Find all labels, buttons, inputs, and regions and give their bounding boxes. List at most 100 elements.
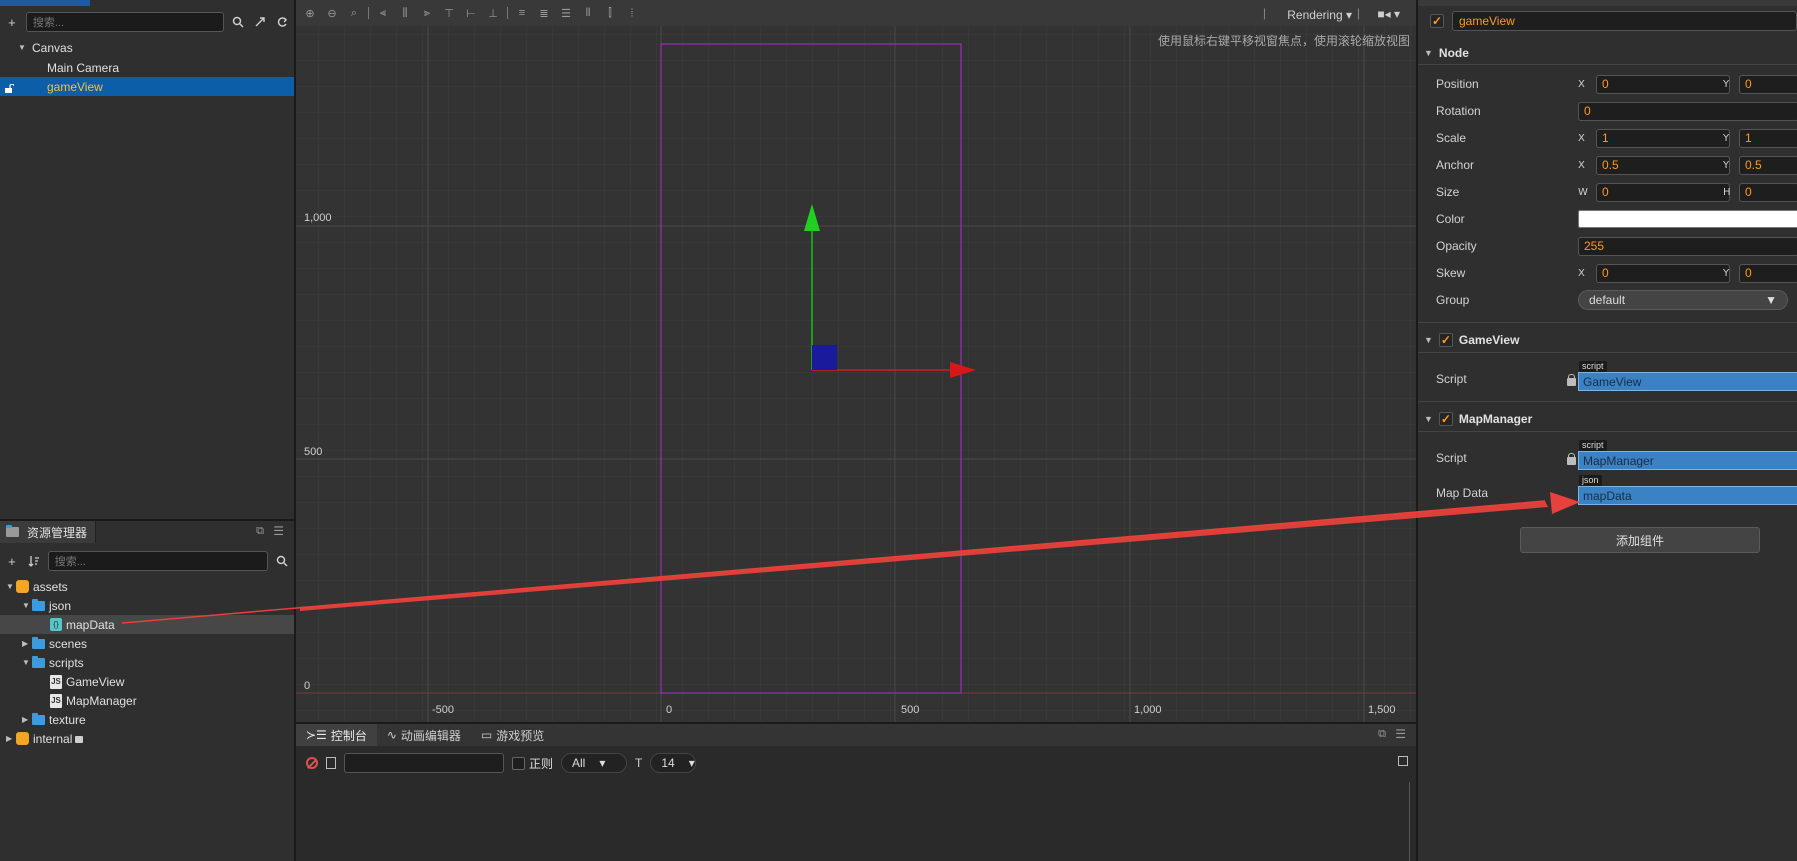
zoom-out-icon[interactable]: ⊖ — [324, 7, 340, 20]
mapdata-asset-field[interactable]: mapData — [1578, 486, 1797, 505]
collapse-icon[interactable] — [252, 14, 268, 30]
align-left-icon[interactable]: ⫷ — [375, 7, 391, 20]
inspector-tabs[interactable] — [1418, 0, 1797, 6]
popout-icon[interactable]: ⧉ — [1378, 728, 1386, 741]
mapmanager-script-field[interactable]: MapManager — [1578, 451, 1797, 470]
caret-right-icon[interactable]: ▶ — [22, 715, 32, 724]
position-x-input[interactable]: 0 — [1596, 74, 1730, 94]
hierarchy-search-input[interactable]: 搜索... — [25, 12, 225, 32]
scene-panel[interactable]: ⊕ ⊖ ⌕ ⫷ ⫼ ⫸ ⊤ ⊢ ⊥ ≡ ≣ ☰ ⦀ ⫿ ⦙ | Renderin… — [296, 0, 1416, 722]
collapse-console-icon[interactable] — [1398, 756, 1408, 766]
component-enabled-checkbox[interactable]: ✓ — [1438, 412, 1453, 426]
align-bottom-icon[interactable]: ⊥ — [485, 7, 501, 20]
caret-right-icon[interactable]: ▶ — [22, 639, 32, 648]
menu-icon[interactable]: ☰ — [1395, 727, 1406, 741]
size-height-input[interactable]: 0 — [1739, 182, 1797, 202]
caret-right-icon[interactable]: ▶ — [6, 734, 16, 743]
node-name-input[interactable]: gameView — [1452, 11, 1797, 31]
color-picker-swatch[interactable] — [1578, 210, 1797, 228]
size-width-input[interactable]: 0 — [1596, 182, 1730, 202]
skew-y-input[interactable]: 0 — [1739, 263, 1797, 283]
distribute-bottom-icon[interactable]: ☰ — [558, 7, 574, 20]
tab-console[interactable]: ≻☰ 控制台 — [296, 724, 377, 746]
asset-row-mapmanager-script[interactable]: JS MapManager — [0, 691, 294, 710]
caret-down-icon[interactable]: ▼ — [1424, 414, 1433, 424]
scale-y-input[interactable]: 1 — [1739, 128, 1797, 148]
align-right-icon[interactable]: ⫸ — [419, 7, 435, 20]
asset-row-internal[interactable]: ▶ internal — [0, 729, 294, 748]
distribute-top-icon[interactable]: ≡ — [514, 7, 530, 19]
gizmo-center-handle[interactable] — [812, 345, 837, 370]
asset-row-json[interactable]: ▼ json — [0, 596, 294, 615]
console-filter-input[interactable] — [344, 753, 504, 773]
add-icon[interactable]: + — [4, 553, 20, 569]
sort-icon[interactable] — [26, 553, 42, 569]
assets-tab[interactable]: 资源管理器 — [0, 521, 96, 543]
caret-down-icon[interactable]: ▼ — [22, 601, 32, 610]
caret-down-icon[interactable]: ▼ — [18, 43, 28, 52]
asset-row-mapdata[interactable]: {} mapData — [0, 615, 294, 634]
opacity-input[interactable]: 255 — [1578, 236, 1797, 256]
node-section-header[interactable]: ▼ Node — [1424, 42, 1794, 64]
clear-console-icon[interactable] — [306, 757, 318, 769]
log-level-select[interactable]: All ▾ — [561, 753, 628, 773]
unlock-icon[interactable] — [4, 82, 15, 93]
caret-down-icon[interactable]: ▼ — [22, 658, 32, 667]
caret-down-icon[interactable]: ▼ — [1424, 335, 1433, 345]
asset-row-gameview-script[interactable]: JS GameView — [0, 672, 294, 691]
font-size-select[interactable]: 14 ▾ — [650, 753, 697, 773]
anchor-x-input[interactable]: 0.5 — [1596, 155, 1730, 175]
tab-game-preview[interactable]: ▭ 游戏预览 — [471, 724, 554, 746]
skew-x-input[interactable]: 0 — [1596, 263, 1730, 283]
menu-icon[interactable]: ☰ — [273, 524, 284, 538]
gameview-script-field[interactable]: GameView — [1578, 372, 1797, 391]
asset-row-scripts[interactable]: ▼ scripts — [0, 653, 294, 672]
distribute-left-icon[interactable]: ⦀ — [580, 7, 596, 20]
distribute-right-icon[interactable]: ⦙ — [624, 7, 640, 20]
x-tick-label: 1,500 — [1368, 704, 1396, 716]
popout-icon[interactable]: ⧉ — [256, 525, 264, 538]
tree-node-gameview[interactable]: gameView — [0, 77, 294, 96]
open-log-icon[interactable] — [326, 757, 336, 769]
regex-checkbox[interactable] — [512, 756, 525, 770]
gameview-component-header[interactable]: ▼ ✓ GameView — [1424, 329, 1794, 351]
align-hcenter-icon[interactable]: ⫼ — [397, 7, 413, 20]
y-tick-label: 1,000 — [304, 212, 332, 224]
tree-node-main-camera[interactable]: Main Camera — [0, 58, 294, 77]
tab-animation-editor[interactable]: ∿ 动画编辑器 — [377, 724, 471, 746]
search-icon[interactable] — [230, 14, 246, 30]
position-y-input[interactable]: 0 — [1739, 74, 1797, 94]
search-icon[interactable] — [274, 553, 290, 569]
scene-canvas[interactable]: 1,000 500 0 -500 0 500 1,000 1,500 — [296, 26, 1416, 722]
zoom-fit-icon[interactable]: ⌕ — [346, 7, 362, 20]
tree-node-canvas[interactable]: ▼ Canvas — [0, 38, 294, 57]
hierarchy-tab[interactable] — [0, 0, 90, 6]
align-top-icon[interactable]: ⊤ — [441, 7, 457, 20]
console-scrollbar[interactable] — [1409, 782, 1410, 861]
add-icon[interactable]: + — [4, 14, 20, 30]
console-tabs: ≻☰ 控制台 ∿ 动画编辑器 ▭ 游戏预览 ⧉ ☰ — [296, 724, 1416, 746]
camera-dropdown[interactable]: ■◂ ▾ — [1377, 7, 1400, 21]
group-select[interactable]: default ▼ — [1578, 290, 1788, 310]
distribute-vcenter-icon[interactable]: ≣ — [536, 7, 552, 20]
align-vcenter-icon[interactable]: ⊢ — [463, 7, 479, 20]
distribute-hcenter-icon[interactable]: ⫿ — [602, 7, 618, 20]
anchor-y-input[interactable]: 0.5 — [1739, 155, 1797, 175]
rotation-input[interactable]: 0 — [1578, 101, 1797, 121]
zoom-in-icon[interactable]: ⊕ — [302, 7, 318, 20]
caret-down-icon[interactable]: ▼ — [6, 582, 16, 591]
chevron-down-icon: ▼ — [1765, 293, 1777, 307]
folder-icon — [32, 712, 45, 725]
asset-row-assets[interactable]: ▼ assets — [0, 577, 294, 596]
mapmanager-component-header[interactable]: ▼ ✓ MapManager — [1424, 408, 1794, 430]
component-enabled-checkbox[interactable]: ✓ — [1438, 333, 1453, 347]
add-component-button[interactable]: 添加组件 — [1520, 527, 1760, 553]
asset-row-texture[interactable]: ▶ texture — [0, 710, 294, 729]
caret-down-icon[interactable]: ▼ — [1424, 48, 1433, 58]
rendering-dropdown[interactable]: Rendering ▾ — [1287, 8, 1352, 22]
node-active-checkbox[interactable]: ✓ — [1430, 14, 1444, 28]
scale-x-input[interactable]: 1 — [1596, 128, 1730, 148]
assets-search-input[interactable]: 搜索... — [47, 551, 269, 571]
asset-row-scenes[interactable]: ▶ scenes — [0, 634, 294, 653]
refresh-icon[interactable] — [274, 14, 290, 30]
